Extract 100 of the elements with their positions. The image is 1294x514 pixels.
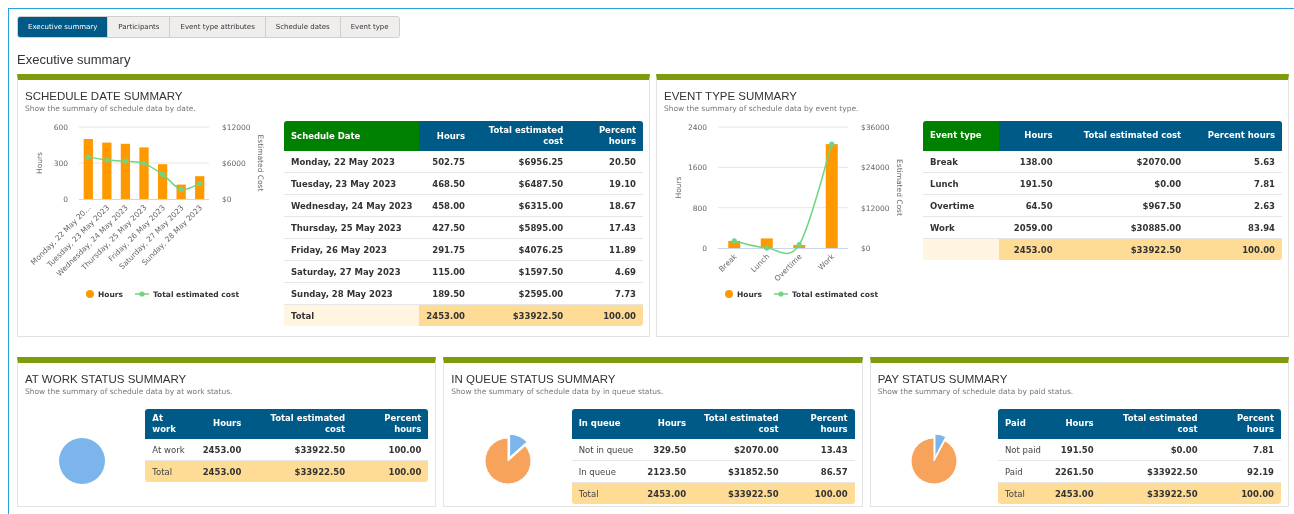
table-cell: Wednesday, 24 May 2023 <box>284 195 420 218</box>
table-cell: $1597.50 <box>472 261 571 284</box>
table-cell: Monday, 22 May 2023 <box>284 151 420 174</box>
column-header: Total estimated cost <box>693 409 786 439</box>
table-cell: 458.00 <box>419 195 473 218</box>
table-cell: 2453.00 <box>419 305 473 327</box>
column-header: Percent hours <box>352 409 429 439</box>
table-cell: 100.00 <box>785 483 855 504</box>
table-cell: Total <box>571 483 641 504</box>
bar <box>120 143 131 199</box>
table-cell: $6956.25 <box>472 151 571 174</box>
table-cell: 100.00 <box>1204 483 1281 504</box>
table-cell: 2453.00 <box>640 483 694 504</box>
table-cell: $967.50 <box>1059 195 1189 217</box>
data-point <box>104 157 110 163</box>
table-cell: 2453.00 <box>998 239 1060 260</box>
column-header: Total estimated cost <box>248 409 353 439</box>
column-header: Paid <box>998 409 1048 439</box>
data-point <box>178 186 184 192</box>
column-header: Total estimated cost <box>1100 409 1205 439</box>
column-header: Total estimated cost <box>472 121 571 152</box>
table-cell: 18.67 <box>570 195 643 218</box>
table-cell: 468.50 <box>419 173 473 196</box>
column-header: Hours <box>419 121 473 152</box>
bar <box>102 142 112 199</box>
column-header: Hours <box>1047 409 1101 439</box>
table-cell: 7.81 <box>1204 439 1281 461</box>
panel-title: EVENT TYPE SUMMARY <box>664 90 798 102</box>
table-cell: $0.00 <box>1100 439 1205 461</box>
data-point <box>796 242 802 248</box>
table-cell: 2.63 <box>1188 195 1282 217</box>
table-cell: $33922.50 <box>693 483 786 504</box>
data-point <box>141 161 147 167</box>
column-header: Schedule Date <box>284 121 420 152</box>
table-cell: 20.50 <box>570 151 643 174</box>
table-cell: $33922.50 <box>248 461 353 482</box>
table-cell: 100.00 <box>570 305 643 327</box>
table-cell: Total <box>998 483 1048 504</box>
table-cell: 13.43 <box>785 439 855 461</box>
table-cell: 100.00 <box>1188 239 1282 260</box>
column-header: In queue <box>571 409 641 439</box>
table-cell: 502.75 <box>419 151 473 174</box>
bar <box>139 147 149 199</box>
bar <box>83 139 93 199</box>
table-cell: Overtime <box>923 195 999 217</box>
pie-slice <box>58 438 105 484</box>
table-cell: 427.50 <box>419 217 473 240</box>
table-cell: 4.69 <box>570 261 643 284</box>
table-cell: Total <box>284 305 420 327</box>
column-header: Event type <box>923 121 999 151</box>
column-header: Percent hours <box>785 409 855 439</box>
table-cell: $33922.50 <box>1100 483 1205 504</box>
table-cell: $33922.50 <box>472 305 571 327</box>
column-header: Percent hours <box>570 121 643 152</box>
table-cell: $5895.00 <box>472 217 571 240</box>
table-cell: 329.50 <box>640 439 694 461</box>
table-cell: Not in queue <box>571 439 641 461</box>
data-point <box>85 154 91 160</box>
data-point <box>731 238 737 244</box>
table-cell: Friday, 26 May 2023 <box>284 239 420 262</box>
page-title: Executive summary <box>17 52 131 67</box>
table-cell: $0.00 <box>1059 173 1189 195</box>
table-cell: 7.81 <box>1188 173 1282 195</box>
table-cell: Total <box>145 461 196 482</box>
panel-title: IN QUEUE STATUS SUMMARY <box>451 373 617 385</box>
column-header: Percent hours <box>1204 409 1281 439</box>
table-cell: $4076.25 <box>472 239 571 262</box>
column-header: At work <box>145 409 196 439</box>
table-cell: Thursday, 25 May 2023 <box>284 217 420 240</box>
column-header: Hours <box>998 121 1060 151</box>
column-header: Hours <box>640 409 694 439</box>
data-point <box>159 171 166 177</box>
table-cell: 17.43 <box>570 217 643 240</box>
table-cell: 2453.00 <box>1047 483 1101 504</box>
table-cell: 115.00 <box>419 261 473 284</box>
table-cell: 191.50 <box>1047 439 1101 461</box>
bar <box>760 238 773 248</box>
table-cell: 100.00 <box>352 461 429 482</box>
table-cell: $33922.50 <box>1059 239 1189 260</box>
data-point <box>197 180 203 186</box>
table-cell: $2070.00 <box>1059 151 1189 173</box>
table-cell: Lunch <box>923 173 999 195</box>
table-cell: 291.75 <box>419 239 473 262</box>
column-header: Percent hours <box>1188 121 1282 151</box>
panel-title: SCHEDULE DATE SUMMARY <box>25 90 184 102</box>
table-cell: 19.10 <box>570 173 643 196</box>
table-cell: 138.00 <box>998 151 1060 173</box>
table-cell: Saturday, 27 May 2023 <box>284 261 420 284</box>
table-cell: 11.89 <box>570 239 643 262</box>
table-cell: 191.50 <box>998 173 1060 195</box>
data-point <box>829 141 835 147</box>
table-cell: 64.50 <box>998 195 1060 217</box>
table-cell: Not paid <box>998 439 1048 461</box>
panel-title: AT WORK STATUS SUMMARY <box>25 373 188 385</box>
table-cell: Break <box>923 151 999 173</box>
bar <box>157 164 168 199</box>
table-cell: Tuesday, 23 May 2023 <box>284 173 420 196</box>
column-header: Total estimated cost <box>1059 121 1189 151</box>
data-point <box>764 245 770 251</box>
panel-title: PAY STATUS SUMMARY <box>877 373 1009 385</box>
